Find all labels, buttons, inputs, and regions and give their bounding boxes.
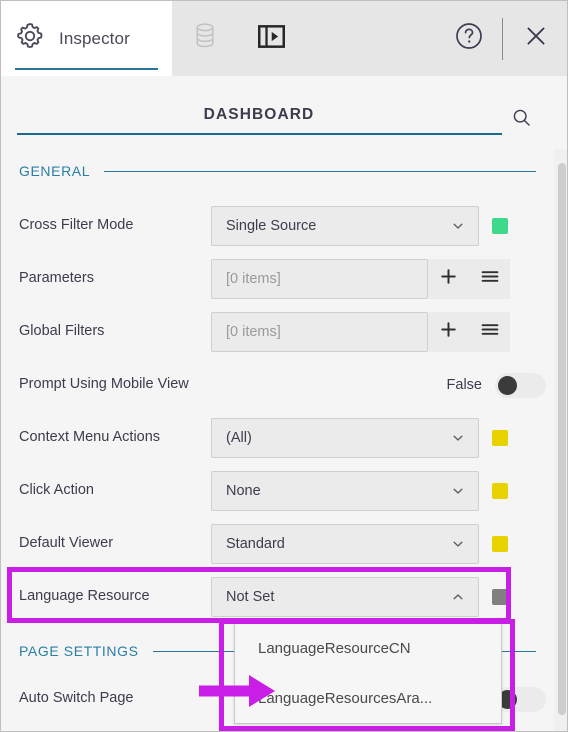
- section-header-general: GENERAL: [1, 159, 554, 183]
- close-icon: [523, 23, 549, 54]
- select-value: (All): [226, 430, 252, 446]
- property-row-default-viewer: Default Viewer Standard: [1, 518, 554, 570]
- property-label: Global Filters: [19, 323, 105, 340]
- field-value: [0 items]: [226, 271, 281, 287]
- scrollbar-track[interactable]: [554, 149, 567, 731]
- status-swatch: [492, 483, 508, 499]
- property-row-context-menu-actions: Context Menu Actions (All): [1, 412, 554, 464]
- tab-inspector[interactable]: Inspector: [1, 1, 172, 76]
- auto-switch-page-toggle[interactable]: [495, 686, 546, 712]
- language-resource-select[interactable]: Not Set: [211, 577, 479, 617]
- chevron-down-icon: [450, 218, 466, 234]
- property-control: [0 items]: [211, 253, 554, 305]
- property-row-parameters: Parameters [0 items]: [1, 253, 554, 305]
- property-control: Single Source: [211, 200, 554, 252]
- property-control: None: [211, 465, 554, 517]
- property-label: Click Action: [19, 482, 94, 499]
- page-title: DASHBOARD: [203, 106, 315, 123]
- property-label: Cross Filter Mode: [19, 217, 134, 234]
- select-value: Single Source: [226, 218, 317, 234]
- chevron-down-icon: [450, 536, 466, 552]
- database-button[interactable]: [172, 1, 238, 76]
- dropdown-option-language-resources-ara[interactable]: LanguageResourcesAra...: [235, 673, 501, 723]
- select-value: None: [226, 483, 261, 499]
- parameters-menu-button[interactable]: [469, 259, 510, 299]
- toggle-group: False: [446, 372, 546, 398]
- default-viewer-select[interactable]: Standard: [211, 524, 479, 564]
- close-button[interactable]: [503, 1, 567, 76]
- property-label: Prompt Using Mobile View: [19, 376, 189, 393]
- parameters-field[interactable]: [0 items]: [211, 259, 428, 299]
- gear-icon: [15, 21, 45, 56]
- title-underline: [17, 133, 502, 135]
- chevron-up-icon: [450, 589, 466, 605]
- status-swatch: [492, 589, 508, 605]
- scrollbar-thumb[interactable]: [558, 163, 566, 715]
- search-icon: [511, 107, 532, 133]
- property-label: Default Viewer: [19, 535, 114, 552]
- section-label: GENERAL: [19, 163, 91, 179]
- global-filters-menu-button[interactable]: [469, 312, 510, 352]
- top-toolbar: Inspector: [1, 1, 567, 76]
- section-label: PAGE SETTINGS: [19, 643, 139, 659]
- status-swatch: [492, 430, 508, 446]
- property-control: Standard: [211, 518, 554, 570]
- chevron-down-icon: [450, 483, 466, 499]
- select-value: Standard: [226, 536, 285, 552]
- property-label: Context Menu Actions: [19, 429, 161, 446]
- select-value: Not Set: [226, 589, 275, 605]
- property-row-language-resource: Language Resource Not Set: [1, 571, 554, 623]
- hamburger-icon: [481, 269, 499, 289]
- property-row-global-filters: Global Filters [0 items]: [1, 306, 554, 358]
- dashboard-header: DASHBOARD: [1, 76, 567, 149]
- help-button[interactable]: [436, 1, 502, 76]
- property-row-cross-filter-mode: Cross Filter Mode Single Source: [1, 200, 554, 252]
- property-label: Language Resource: [19, 588, 150, 605]
- help-circle-icon: [454, 21, 484, 56]
- panel-split-icon: [257, 24, 285, 54]
- property-control: [0 items]: [211, 306, 554, 358]
- panel-split-button[interactable]: [238, 1, 304, 76]
- toggle-value: False: [446, 377, 482, 393]
- property-row-prompt-mobile-view: Prompt Using Mobile View False: [1, 359, 554, 411]
- prompt-mobile-view-toggle[interactable]: [495, 372, 546, 398]
- inspector-panel: Inspector DASHBOARD GENERAL Cross Filter…: [0, 0, 568, 732]
- plus-icon: [440, 268, 457, 290]
- language-resource-dropdown: LanguageResourceCN LanguageResourcesAra.…: [234, 622, 502, 724]
- property-control: Not Set: [211, 571, 554, 623]
- property-control: (All): [211, 412, 554, 464]
- chevron-down-icon: [450, 430, 466, 446]
- property-label: Parameters: [19, 270, 94, 287]
- status-swatch: [492, 218, 508, 234]
- context-menu-actions-select[interactable]: (All): [211, 418, 479, 458]
- hamburger-icon: [481, 322, 499, 342]
- toggle-knob: [498, 375, 517, 395]
- tab-inspector-label: Inspector: [59, 28, 130, 48]
- dropdown-option-language-resource-cn[interactable]: LanguageResourceCN: [235, 623, 501, 673]
- property-row-click-action: Click Action None: [1, 465, 554, 517]
- search-button[interactable]: [506, 105, 536, 135]
- click-action-select[interactable]: None: [211, 471, 479, 511]
- field-value: [0 items]: [226, 324, 281, 340]
- section-rule: [104, 170, 536, 172]
- toggle-group: [495, 686, 546, 712]
- plus-icon: [440, 321, 457, 343]
- parameters-add-button[interactable]: [428, 259, 469, 299]
- global-filters-add-button[interactable]: [428, 312, 469, 352]
- property-label: Auto Switch Page: [19, 690, 134, 707]
- global-filters-field[interactable]: [0 items]: [211, 312, 428, 352]
- property-control: False: [211, 359, 554, 411]
- database-icon: [192, 22, 218, 55]
- status-swatch: [492, 536, 508, 552]
- cross-filter-mode-select[interactable]: Single Source: [211, 206, 479, 246]
